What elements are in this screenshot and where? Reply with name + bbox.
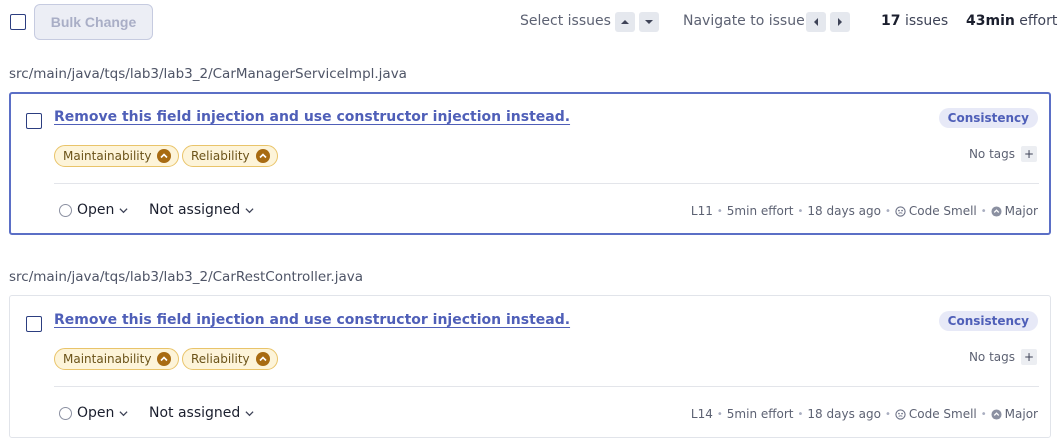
divider (54, 386, 1039, 387)
issue-meta: L11 • 5min effort • 18 days ago • Code S… (691, 204, 1038, 218)
select-all-checkbox[interactable] (10, 14, 26, 30)
tags-control[interactable]: No tags + (969, 349, 1037, 365)
code-smell-icon (895, 408, 906, 420)
issues-count-value: 17 (881, 13, 901, 29)
add-tag-button[interactable]: + (1021, 146, 1037, 162)
issue-card[interactable]: Remove this field injection and use cons… (9, 92, 1051, 235)
separator-dot: • (716, 205, 723, 217)
separator-dot: • (797, 408, 804, 420)
severity-medium-icon (157, 352, 172, 366)
bulk-change-button[interactable]: Bulk Change (34, 4, 153, 40)
issue-title-link[interactable]: Remove this field injection and use cons… (54, 109, 570, 125)
file-path: src/main/java/tqs/lab3/lab3_2/CarRestCon… (9, 269, 364, 285)
impact-label: Maintainability (63, 149, 152, 163)
impact-label: Reliability (191, 149, 250, 163)
issue-type-label: Code Smell (908, 407, 977, 421)
separator-dot: • (797, 205, 804, 217)
select-issues-label: Select issues (520, 13, 611, 29)
navigate-next-issue-button[interactable] (830, 12, 850, 32)
impact-badge-reliability[interactable]: Reliability (182, 348, 278, 370)
issue-checkbox[interactable] (26, 113, 42, 129)
severity-medium-icon (255, 352, 270, 366)
severity-medium-icon (157, 149, 172, 163)
assignee-dropdown[interactable]: Not assigned (149, 202, 254, 218)
issues-count-word: issues (904, 13, 949, 29)
tags-label: No tags (968, 350, 1015, 364)
chevron-down-icon (119, 207, 128, 213)
issue-checkbox[interactable] (26, 316, 42, 332)
separator-dot: • (980, 205, 987, 217)
add-tag-button[interactable]: + (1021, 349, 1037, 365)
issues-count: 17 issues (881, 13, 948, 29)
effort-total-value: 43min (966, 13, 1015, 29)
effort-label: 5min effort (726, 407, 794, 421)
severity-major-icon (991, 205, 1002, 217)
issue-card[interactable]: Remove this field injection and use cons… (9, 295, 1051, 438)
clean-code-attribute-badge[interactable]: Consistency (938, 311, 1038, 331)
select-previous-issue-button[interactable] (615, 12, 635, 32)
separator-dot: • (716, 408, 723, 420)
age-label: 18 days ago (807, 407, 881, 421)
status-circle-icon (59, 406, 72, 420)
impact-label: Reliability (191, 352, 250, 366)
chevron-down-icon (245, 207, 254, 213)
separator-dot: • (884, 408, 891, 420)
effort-label: 5min effort (726, 204, 794, 218)
line-number-link[interactable]: L11 (691, 204, 713, 218)
file-path: src/main/java/tqs/lab3/lab3_2/CarManager… (9, 66, 407, 82)
assignee-dropdown[interactable]: Not assigned (149, 405, 254, 421)
caret-up-icon (621, 20, 629, 24)
severity-label: Major (1004, 204, 1038, 218)
issue-title-link[interactable]: Remove this field injection and use cons… (54, 312, 570, 328)
navigate-previous-issue-button[interactable] (806, 12, 826, 32)
severity-major-icon (991, 408, 1002, 420)
assignee-label: Not assigned (149, 405, 241, 421)
line-number-link[interactable]: L14 (691, 407, 713, 421)
status-label: Open (77, 202, 115, 218)
status-dropdown[interactable]: Open (59, 405, 128, 421)
code-smell-icon (895, 205, 906, 217)
severity-medium-icon (255, 149, 270, 163)
caret-down-icon (645, 20, 653, 24)
tags-label: No tags (968, 147, 1015, 161)
clean-code-attribute-badge[interactable]: Consistency (938, 108, 1038, 128)
impact-badge-maintainability[interactable]: Maintainability (54, 145, 180, 167)
severity-label: Major (1004, 407, 1038, 421)
caret-left-icon (814, 18, 818, 26)
separator-dot: • (980, 408, 987, 420)
status-label: Open (77, 405, 115, 421)
chevron-down-icon (245, 410, 254, 416)
caret-right-icon (838, 18, 842, 26)
effort-total-word: effort (1019, 13, 1058, 29)
impact-label: Maintainability (63, 352, 152, 366)
separator-dot: • (884, 205, 891, 217)
chevron-down-icon (119, 410, 128, 416)
divider (54, 183, 1039, 184)
age-label: 18 days ago (807, 204, 881, 218)
status-dropdown[interactable]: Open (59, 202, 128, 218)
tags-control[interactable]: No tags + (969, 146, 1037, 162)
issue-type-label: Code Smell (908, 204, 977, 218)
select-next-issue-button[interactable] (639, 12, 659, 32)
navigate-to-issue-label: Navigate to issue (683, 13, 805, 29)
impact-badge-reliability[interactable]: Reliability (182, 145, 278, 167)
effort-total: 43min effort (966, 13, 1057, 29)
status-circle-icon (59, 203, 72, 217)
impact-badge-maintainability[interactable]: Maintainability (54, 348, 180, 370)
assignee-label: Not assigned (149, 202, 241, 218)
issue-meta: L14 • 5min effort • 18 days ago • Code S… (691, 407, 1038, 421)
